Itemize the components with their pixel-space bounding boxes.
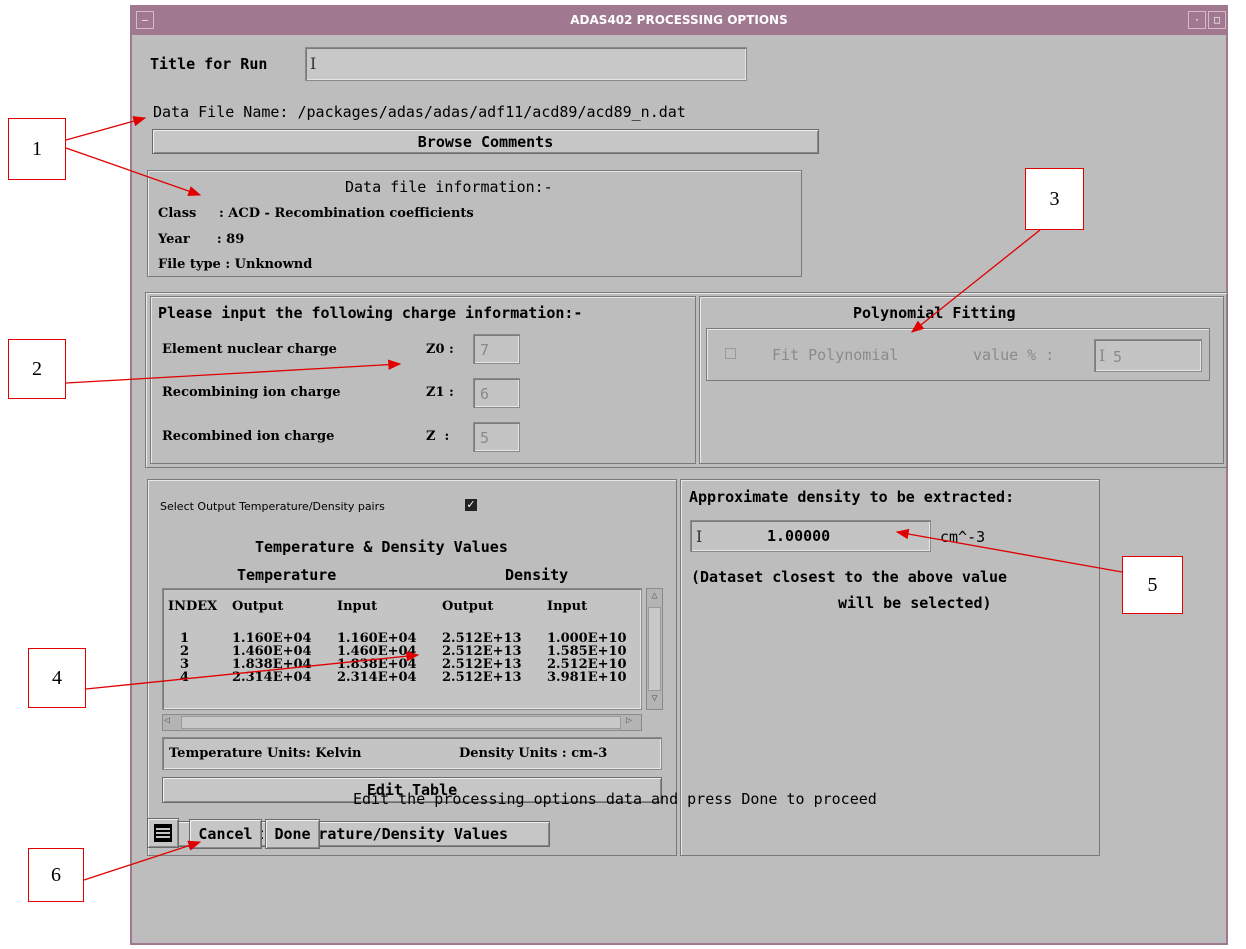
arrow-5 [895, 528, 1123, 573]
annotation-arrows [65, 116, 1123, 881]
arrow-3 [910, 229, 1041, 333]
arrow-6 [83, 840, 202, 881]
arrow-1b [65, 147, 202, 197]
arrow-1a [65, 116, 147, 141]
arrow-4 [85, 651, 420, 690]
arrow-2 [65, 359, 402, 384]
